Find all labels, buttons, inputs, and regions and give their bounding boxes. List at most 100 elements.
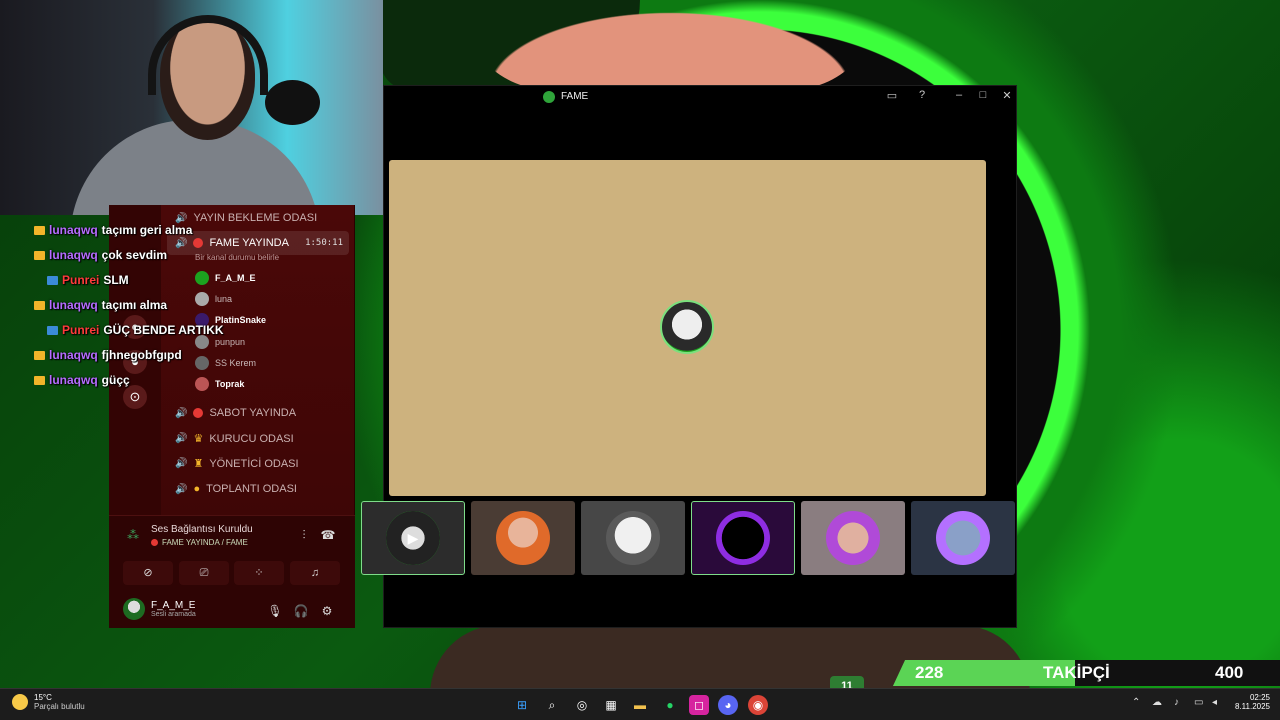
chat-line: lunaqwq güçç: [34, 373, 130, 387]
voice-panel: ⁂ Ses Bağlantısı Kuruldu FAME YAYINDA / …: [109, 515, 355, 628]
participant-avatar: [660, 300, 714, 354]
avatar: [195, 356, 209, 370]
avatar: [195, 377, 209, 391]
weather-widget[interactable]: 15°C Parçalı bulutlu: [12, 693, 85, 711]
follower-count: 228: [915, 663, 944, 682]
crown-badge-icon: [34, 375, 45, 385]
soundboard-button[interactable]: ♫: [290, 561, 340, 585]
folder-icon[interactable]: ▬: [630, 695, 650, 715]
speaker-icon: 🔊: [175, 483, 188, 495]
maximize-button[interactable]: □: [975, 89, 991, 101]
focused-participant-stage[interactable]: [389, 160, 986, 496]
taskbar: 15°C Parçalı bulutlu ⊞ ⌕ ◎ ▦ ▬ ● ◻ ◕ ◉ ⌃…: [0, 688, 1280, 720]
video-camera-icon: ▶: [407, 529, 419, 546]
crown-badge-icon: [34, 250, 45, 260]
title-bar[interactable]: FAME ▭ ? – □ ✕: [384, 86, 1016, 108]
background-face-art: [460, 0, 880, 90]
speaker-icon: 🔊: [175, 458, 188, 469]
avatar: [936, 511, 990, 565]
participant-tile[interactable]: [691, 501, 795, 575]
channel-sabot[interactable]: 🔊 SABOT YAYINDA: [175, 407, 296, 419]
channel-toplanti[interactable]: 🔊 ● TOPLANTI ODASI: [175, 483, 297, 495]
network-icon[interactable]: ▭: [1194, 697, 1203, 708]
screen-share-button[interactable]: ⎚: [179, 561, 229, 585]
window-title: FAME: [561, 91, 589, 102]
follower-goal: 400: [1215, 663, 1244, 682]
prime-badge-icon: [47, 275, 58, 285]
app-logo-icon: [543, 91, 555, 103]
noise-suppression-icon[interactable]: ⫶: [295, 528, 313, 543]
handshake-icon: ●: [193, 483, 201, 495]
calculator-icon[interactable]: ▦: [601, 695, 621, 715]
member-sskerem[interactable]: SS Kerem: [195, 356, 256, 370]
clock[interactable]: 02:25 8.11.2025: [1226, 693, 1270, 711]
microphone: [265, 80, 320, 125]
follower-label: TAKİPÇİ: [1043, 663, 1110, 682]
tray-expand-icon[interactable]: ⌃: [1132, 697, 1140, 708]
trophy-icon: ♜: [193, 458, 204, 470]
minimize-button[interactable]: –: [951, 89, 967, 101]
volume-icon[interactable]: ◂: [1212, 697, 1217, 708]
participant-tile[interactable]: [911, 501, 1015, 575]
avatar: [606, 511, 660, 565]
close-button[interactable]: ✕: [999, 89, 1015, 102]
member-luna[interactable]: luna: [195, 292, 232, 306]
participant-tile[interactable]: [801, 501, 905, 575]
channel-yonetici[interactable]: 🔊 ♜ YÖNETİCİ ODASI: [175, 457, 299, 471]
app-icon[interactable]: ◎: [572, 695, 592, 715]
camera-button[interactable]: ⊘: [123, 561, 173, 585]
live-dot: [193, 408, 204, 418]
speaker-icon: 🔊: [175, 407, 188, 419]
avatar: [195, 292, 209, 306]
channel-waiting[interactable]: 🔊 YAYIN BEKLEME ODASI: [175, 212, 317, 224]
crown-badge-icon: [34, 350, 45, 360]
user-panel[interactable]: F_A_M_E Sesli aramada: [123, 598, 196, 620]
participant-tile[interactable]: ▶: [361, 501, 465, 575]
crown-badge-icon: [34, 225, 45, 235]
avatar: [716, 511, 770, 565]
chrome-icon[interactable]: ◉: [748, 695, 768, 715]
help-icon[interactable]: ?: [914, 89, 930, 101]
participant-tile[interactable]: [581, 501, 685, 575]
headphones-icon[interactable]: 🎧: [292, 604, 310, 618]
speaker-icon: 🔊: [175, 237, 188, 249]
whatsapp-icon[interactable]: ●: [660, 695, 680, 715]
start-icon[interactable]: ⊞: [512, 695, 532, 715]
inbox-icon[interactable]: ▭: [884, 89, 900, 102]
chat-line: lunaqwq çok sevdim: [34, 248, 167, 262]
search-icon[interactable]: ⌕: [542, 695, 562, 715]
chat-line: Punrei SLM: [47, 273, 129, 287]
voice-status[interactable]: Ses Bağlantısı Kuruldu: [151, 524, 253, 535]
chat-line: lunaqwq taçımı geri alma: [34, 223, 192, 237]
channel-kurucu[interactable]: 🔊 ♛ KURUCU ODASI: [175, 432, 294, 446]
live-dot: [151, 539, 158, 546]
chat-line: Punrei GÜÇ BENDE ARTIKK: [47, 323, 224, 337]
avatar: [195, 271, 209, 285]
participant-tile[interactable]: [471, 501, 575, 575]
avatar: [496, 511, 550, 565]
discord-icon[interactable]: ◕: [718, 695, 738, 715]
fame-window: FAME ▭ ? – □ ✕ ▶: [361, 85, 1017, 628]
channel-fame-yayinda[interactable]: 🔊 FAME YAYINDA 1:50:11: [167, 231, 349, 255]
speaker-icon: 🔊: [175, 212, 188, 224]
webcam-feed: [0, 0, 383, 215]
mic-icon[interactable]: 🎙: [266, 604, 284, 618]
status-hint[interactable]: Bir kanal durumu belirle: [195, 253, 279, 262]
member-punpun[interactable]: punpun: [195, 335, 245, 349]
discover-icon[interactable]: ⊙: [123, 385, 147, 409]
avatar: [123, 598, 145, 620]
gear-icon[interactable]: ⚙: [318, 604, 336, 618]
voice-channel[interactable]: FAME YAYINDA / FAME: [151, 538, 248, 547]
member-fame[interactable]: F_A_M_E: [195, 271, 256, 285]
activities-button[interactable]: ⁘: [234, 561, 284, 585]
prime-badge-icon: [47, 325, 58, 335]
chat-line: lunaqwq fjhnegobfgıpd: [34, 348, 182, 362]
instagram-icon[interactable]: ◻: [689, 695, 709, 715]
disconnect-icon[interactable]: ☎: [319, 528, 337, 542]
discord-sidebar: ● ● ⊙ 🔊 YAYIN BEKLEME ODASI 🔊 FAME YAYIN…: [109, 205, 355, 628]
headphones: [148, 15, 268, 95]
member-toprak[interactable]: Toprak: [195, 377, 244, 391]
mic-tray-icon[interactable]: ♪: [1174, 697, 1179, 708]
avatar: [826, 511, 880, 565]
cloud-icon[interactable]: ☁: [1152, 697, 1162, 708]
